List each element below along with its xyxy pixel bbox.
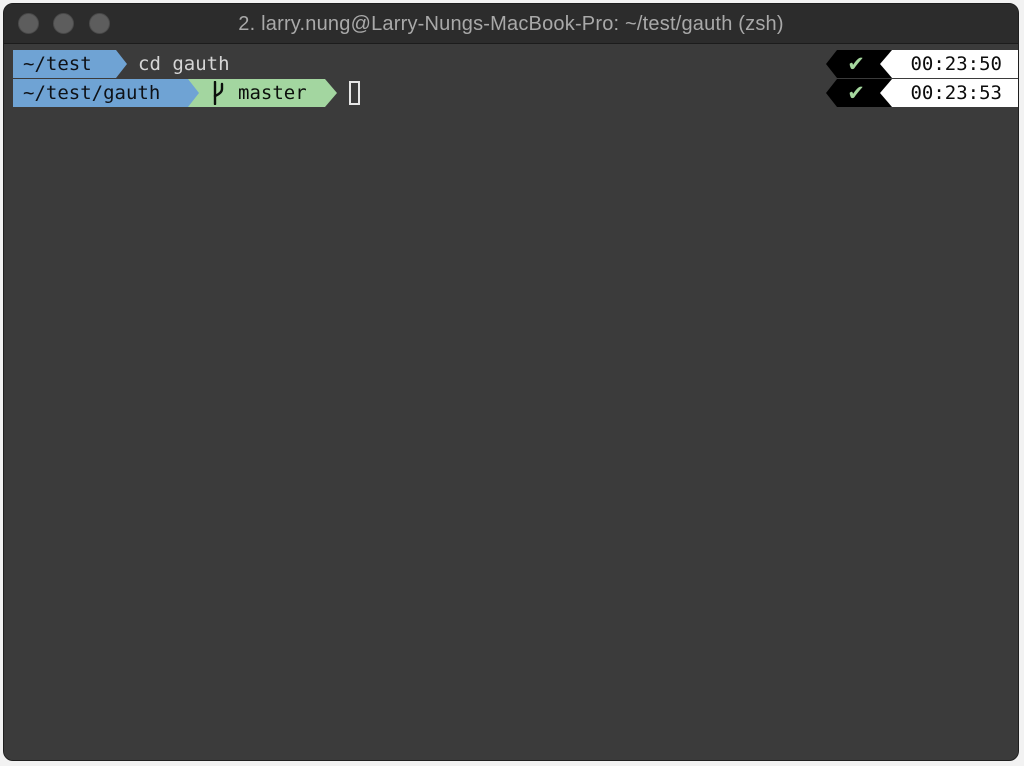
- check-icon: ✔: [847, 81, 865, 105]
- command-text: cd gauth: [138, 53, 230, 75]
- terminal-area[interactable]: ~/test cd gauth ✔ 00:23:50 ~/test/gauth …: [4, 44, 1018, 760]
- terminal-cursor: [349, 81, 360, 105]
- terminal-window: 2. larry.nung@Larry-Nungs-MacBook-Pro: ~…: [3, 3, 1019, 761]
- git-branch-label: master: [238, 82, 307, 104]
- time-segment: 00:23:50: [880, 50, 1018, 78]
- check-icon: ✔: [847, 52, 865, 76]
- git-branch-icon: [213, 81, 224, 105]
- time-segment: 00:23:53: [880, 79, 1018, 107]
- prompt-dir-segment: ~/test: [13, 50, 127, 78]
- prompt-dir-segment: ~/test/gauth: [13, 79, 199, 107]
- title-bar[interactable]: 2. larry.nung@Larry-Nungs-MacBook-Pro: ~…: [4, 4, 1018, 44]
- window-title: 2. larry.nung@Larry-Nungs-MacBook-Pro: ~…: [238, 13, 784, 35]
